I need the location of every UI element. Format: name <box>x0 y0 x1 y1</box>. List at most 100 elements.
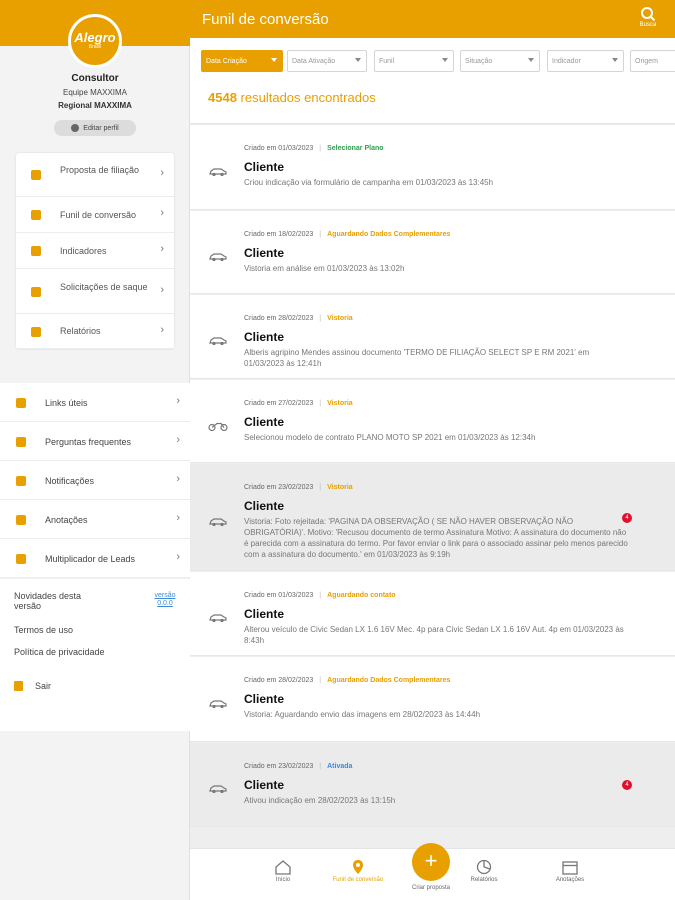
money-hand-icon <box>31 286 41 297</box>
lead-name: Cliente <box>244 330 285 344</box>
lead-created-date: Criado em 18/02/2023 <box>244 231 314 238</box>
sidebar-link-item[interactable]: Multiplicador de Leads › <box>0 539 190 578</box>
lead-status: Vistoria <box>327 484 353 491</box>
lead-card[interactable]: Criado em 28/02/2023 | Vistoria Cliente Albe… <box>190 295 675 379</box>
lead-status: Aguardando contato <box>327 592 396 599</box>
sidebar-menu-label: Funil de conversão <box>60 209 137 220</box>
lead-meta: Criado em 28/02/2023 | Vistoria <box>244 315 353 322</box>
results-number: 4548 <box>208 90 237 105</box>
create-proposal-button[interactable]: + <box>412 843 450 881</box>
chevron-right-icon: › <box>160 167 164 179</box>
sidebar-link-label: Links úteis <box>45 398 88 408</box>
sidebar: Alegro Brasil Consultor Equipe MAXXIMA R… <box>0 0 190 900</box>
lead-description: Alterou veículo de Civic Sedan LX 1.6 16… <box>244 625 624 645</box>
car-icon <box>208 514 228 527</box>
lead-card[interactable]: Criado em 28/02/2023 | Aguardando Dados Co… <box>190 657 675 742</box>
top-bar: Funil de conversão Busca <box>190 0 675 38</box>
filter-label: Data Criação <box>206 57 247 65</box>
exit-button[interactable]: Sair <box>14 681 51 691</box>
lead-card[interactable]: Criado em 23/02/2023 | Vistoria Cliente Vist… <box>190 464 675 571</box>
lead-meta: Criado em 23/02/2023 | Ativada <box>244 763 352 770</box>
sidebar-menu-item[interactable]: Proposta de filiação › <box>16 153 174 197</box>
sidebar-main-menu: Proposta de filiação › Funil de conversão ›… <box>16 153 174 349</box>
bottom-nav: Início Funil de conversão Relatórios Anotaç… <box>190 843 675 900</box>
filter-dropdown[interactable]: Funil <box>374 50 454 72</box>
terms-link[interactable]: Termos de uso <box>14 625 73 635</box>
lead-created-date: Criado em 28/02/2023 <box>244 315 314 322</box>
bottom-nav-item[interactable]: Início <box>248 859 318 883</box>
lead-status: Vistoria <box>327 400 353 407</box>
sidebar-link-item[interactable]: Links úteis › <box>0 383 190 422</box>
meta-separator: | <box>319 145 322 152</box>
main-content: Funil de conversão Busca Data Criação Dat… <box>190 0 675 900</box>
meta-separator: | <box>319 315 322 322</box>
link-icon <box>16 398 26 408</box>
lead-name: Cliente <box>244 607 285 621</box>
meta-separator: | <box>319 484 322 491</box>
chevron-right-icon: › <box>176 434 180 446</box>
funnel-pin-icon <box>323 859 393 875</box>
lead-created-date: Criado em 28/02/2023 <box>244 677 314 684</box>
sidebar-menu-item[interactable]: Solicitações de saque › <box>16 269 174 314</box>
car-icon <box>208 696 228 709</box>
sidebar-menu-item[interactable]: Indicadores › <box>16 233 174 269</box>
search-icon <box>641 7 656 22</box>
bottom-nav-label: Relatórios <box>470 877 498 883</box>
version-link[interactable]: versão 0.0.0 <box>152 592 178 608</box>
profile-regional: Regional MAXXIMA <box>58 101 132 110</box>
lead-created-date: Criado em 27/02/2023 <box>244 400 314 407</box>
lead-name: Cliente <box>244 778 285 792</box>
results-count: 4548 resultados encontrados <box>208 90 376 105</box>
bottom-nav-item[interactable]: Relatórios <box>449 859 519 883</box>
chevron-right-icon: › <box>176 473 180 485</box>
meta-separator: | <box>319 400 322 407</box>
results-label: resultados encontrados <box>240 90 376 105</box>
news-link[interactable]: Novidades desta versão <box>14 591 104 611</box>
lead-card[interactable]: Criado em 01/03/2023 | Selecionar Plano Cli… <box>190 125 675 210</box>
bottom-nav-item[interactable]: Funil de conversão <box>323 859 393 883</box>
exit-icon <box>14 681 23 691</box>
edit-profile-label: Editar perfil <box>83 124 119 132</box>
lead-description: Criou indicação via formulário de campan… <box>244 178 494 187</box>
chevron-right-icon: › <box>160 283 164 296</box>
people-icon <box>31 246 41 256</box>
lead-created-date: Criado em 23/02/2023 <box>244 484 314 491</box>
car-icon <box>208 249 228 262</box>
sidebar-link-item[interactable]: Perguntas frequentes › <box>0 422 190 461</box>
filter-dropdown[interactable]: Indicador <box>547 50 624 72</box>
sidebar-menu-item[interactable]: Relatórios › <box>16 314 174 349</box>
lead-card[interactable]: Criado em 01/03/2023 | Aguardando contato C… <box>190 572 675 656</box>
brand-logo: Alegro Brasil <box>68 14 122 68</box>
lead-card[interactable]: Criado em 18/02/2023 | Aguardando Dados Co… <box>190 211 675 294</box>
profile-team: Equipe MAXXIMA <box>62 88 128 97</box>
privacy-link[interactable]: Política de privacidade <box>14 647 105 657</box>
lead-meta: Criado em 27/02/2023 | Vistoria <box>244 400 353 407</box>
edit-profile-button[interactable]: Editar perfil <box>54 120 136 136</box>
lead-description: Vistoria em análise em 01/03/2023 às 13:… <box>244 264 405 273</box>
home-icon <box>248 859 318 875</box>
sidebar-link-item[interactable]: Anotações › <box>0 500 190 539</box>
bottom-nav-item[interactable]: Anotações <box>535 859 605 883</box>
sidebar-menu-item[interactable]: Funil de conversão › <box>16 197 174 233</box>
filter-dropdown[interactable]: Origem <box>630 50 675 72</box>
sidebar-link-item[interactable]: Notificações › <box>0 461 190 500</box>
filter-bar: Data Criação Data Ativação Funil Situação In… <box>190 38 675 124</box>
lead-status: Vistoria <box>327 315 353 322</box>
sidebar-footer: Novidades desta versão versão 0.0.0 Term… <box>0 579 190 731</box>
chevron-right-icon: › <box>160 207 164 219</box>
calendar-icon <box>535 859 605 875</box>
pencil-icon <box>71 124 80 132</box>
search-button[interactable]: Busca <box>637 6 659 28</box>
sidebar-menu-label: Solicitações de saque <box>60 281 148 292</box>
lead-card[interactable]: Criado em 27/02/2023 | Vistoria Cliente Sele… <box>190 380 675 463</box>
lead-description: Vistoria: Foto rejeitada: 'PAGINA DA OBS… <box>244 517 628 559</box>
lead-card[interactable]: Criado em 23/02/2023 | Ativada Cliente Ativo… <box>190 743 675 827</box>
filter-dropdown[interactable]: Data Ativação <box>287 50 367 72</box>
search-label: Busca <box>639 22 657 28</box>
lead-meta: Criado em 01/03/2023 | Aguardando contato <box>244 592 396 599</box>
lead-description: Selecionou modelo de contrato PLANO MOTO… <box>244 433 536 442</box>
filter-dropdown[interactable]: Data Criação <box>201 50 283 72</box>
filter-dropdown[interactable]: Situação <box>460 50 540 72</box>
bottom-nav-label: Anotações <box>555 877 585 883</box>
logo-subtext: Brasil <box>88 44 102 50</box>
